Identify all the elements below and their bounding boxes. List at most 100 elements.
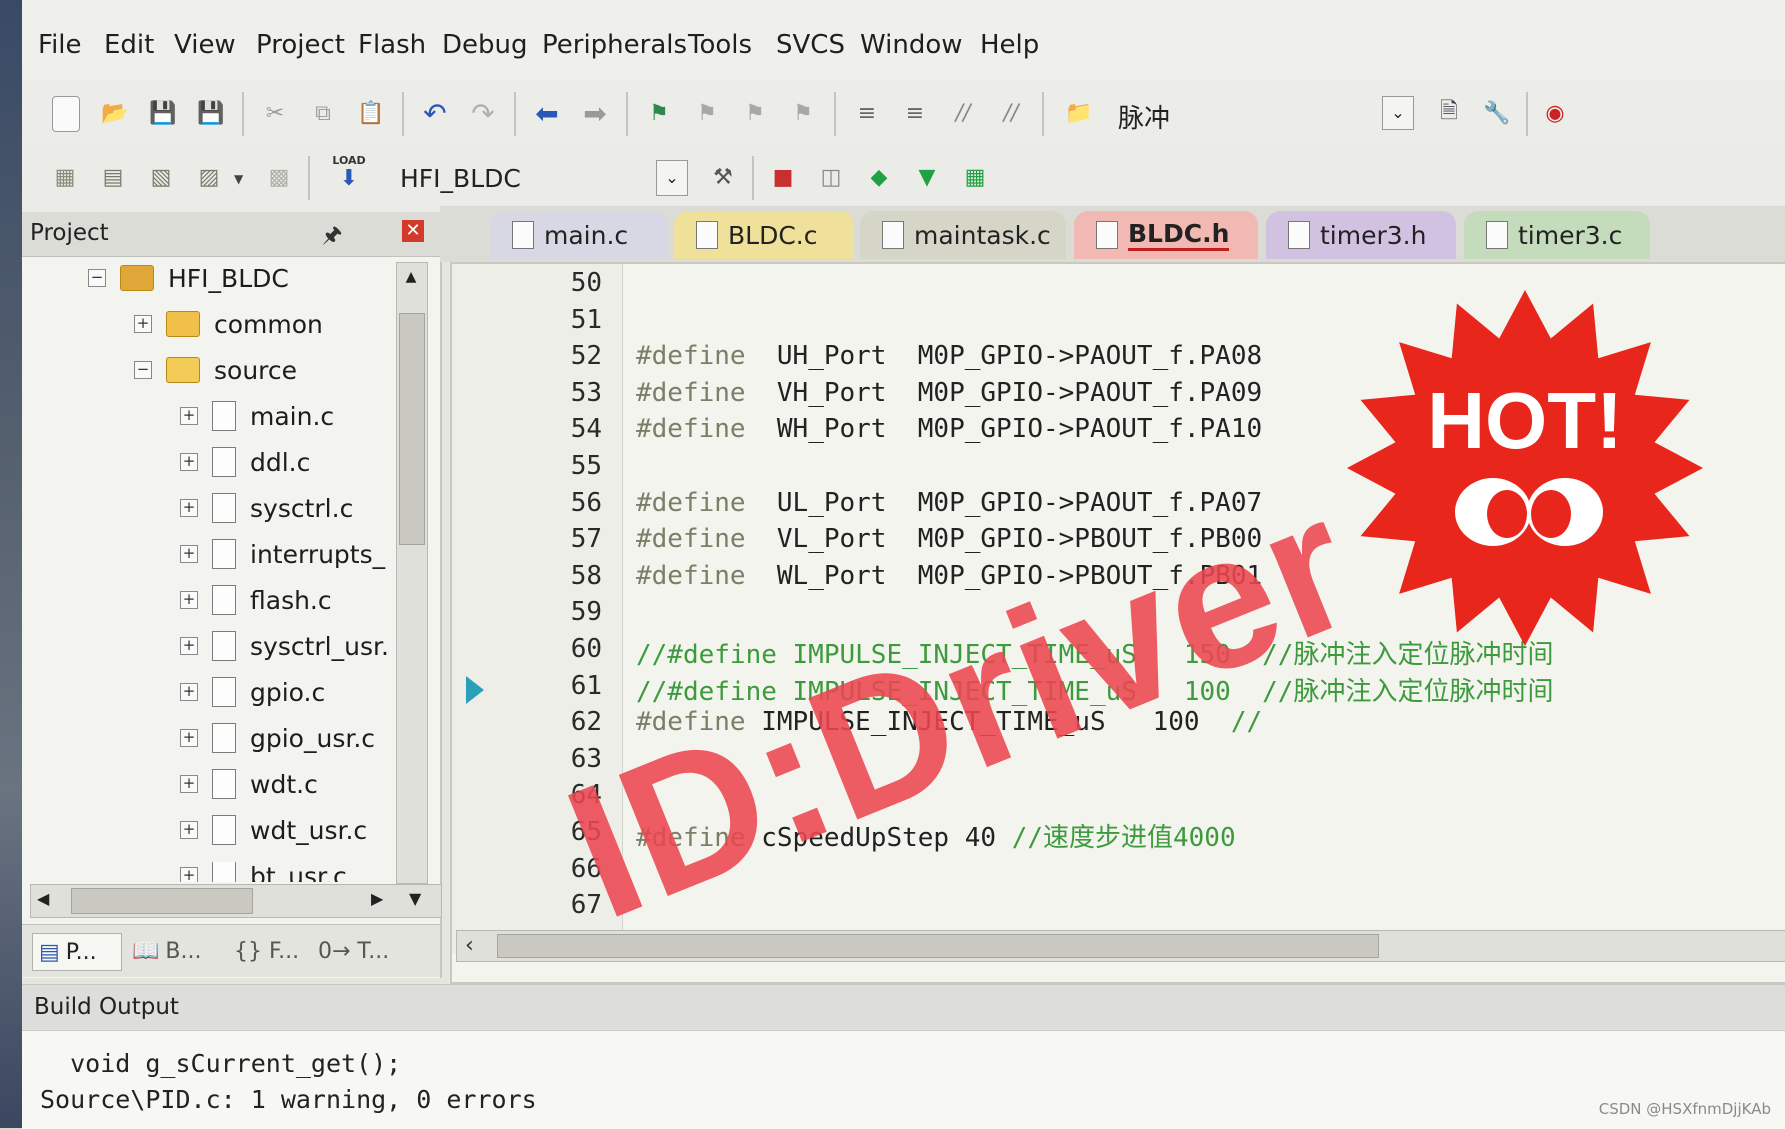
debug-session-icon[interactable]: ◉ — [1538, 96, 1572, 130]
expand-icon[interactable]: + — [180, 775, 198, 793]
tree-file[interactable]: + main.c — [180, 396, 334, 436]
tree-file[interactable]: + sysctrl_usr. — [180, 626, 389, 666]
uncomment-icon[interactable]: // — [994, 96, 1028, 130]
scroll-right-icon[interactable]: ▶ — [371, 889, 383, 908]
menu-debug[interactable]: Debug — [442, 30, 528, 60]
scroll-left-icon[interactable]: ‹ — [465, 933, 474, 958]
manage-packs-icon[interactable]: ◆ — [862, 160, 896, 194]
menu-flash[interactable]: Flash — [358, 30, 426, 60]
collapse-icon[interactable]: − — [88, 269, 106, 287]
tree-file-clipped[interactable]: + bt_usr.c — [180, 862, 420, 882]
copy-icon[interactable]: ⧉ — [306, 96, 340, 130]
expand-icon[interactable]: + — [180, 499, 198, 517]
indent-icon[interactable]: ≡ — [850, 96, 884, 130]
tree-folder-source[interactable]: − source — [134, 350, 297, 390]
menu-peripherals[interactable]: Peripherals — [542, 30, 687, 60]
tab-timer3-h[interactable]: timer3.h — [1266, 211, 1456, 259]
comment-icon[interactable]: // — [946, 96, 980, 130]
rebuild-icon[interactable]: ▧ — [144, 160, 178, 194]
navigate-forward-icon[interactable]: ➡ — [578, 96, 612, 130]
search-document-icon[interactable]: 🗎 — [1432, 96, 1466, 130]
tree-folder-common[interactable]: + common — [134, 304, 323, 344]
find-text[interactable]: 脉冲 — [1118, 98, 1170, 135]
target-options-icon[interactable]: ⚒ — [706, 160, 740, 194]
tab-project[interactable]: ▤ P... — [32, 933, 122, 971]
load-download-icon[interactable]: LOAD ⬇ — [322, 154, 376, 202]
expand-icon[interactable]: + — [180, 545, 198, 563]
unindent-icon[interactable]: ≡ — [898, 96, 932, 130]
pin-icon[interactable]: 🖈 — [322, 218, 342, 256]
batch-build-chevron-down-icon[interactable]: ▼ — [234, 172, 243, 186]
scroll-up-icon[interactable]: ▲ — [399, 265, 423, 289]
find-dropdown-chevron-down-icon[interactable]: ⌄ — [1382, 96, 1414, 130]
expand-icon[interactable]: + — [180, 453, 198, 471]
translate-icon[interactable]: ▦ — [48, 160, 82, 194]
tree-horizontal-scrollbar[interactable]: ◀ ▶ ▼ — [30, 884, 442, 918]
scroll-left-icon[interactable]: ◀ — [37, 889, 49, 908]
tab-functions[interactable]: {} F... — [234, 933, 310, 969]
tree-vertical-scrollbar[interactable]: ▲ — [396, 262, 428, 884]
find-in-files-icon[interactable]: 📁 — [1062, 96, 1096, 130]
expand-icon[interactable]: + — [180, 591, 198, 609]
target-select-value[interactable]: HFI_BLDC — [400, 164, 521, 193]
tab-maintask-c[interactable]: maintask.c — [860, 211, 1066, 259]
select-packs-icon[interactable]: ▼ — [910, 160, 944, 194]
expand-icon[interactable]: + — [180, 729, 198, 747]
tree-file[interactable]: + wdt.c — [180, 764, 318, 804]
tree-file[interactable]: + sysctrl.c — [180, 488, 353, 528]
tree-file[interactable]: + interrupts_ — [180, 534, 385, 574]
menu-project[interactable]: Project — [256, 30, 345, 60]
undo-icon[interactable]: ↶ — [418, 96, 452, 130]
manage-project-items-icon[interactable]: ■ — [766, 160, 800, 194]
close-icon[interactable]: ✕ — [402, 220, 424, 242]
menu-file[interactable]: File — [38, 30, 82, 60]
build-icon[interactable]: ▤ — [96, 160, 130, 194]
scroll-thumb[interactable] — [71, 888, 253, 914]
bookmark-icon[interactable]: ⚑ — [642, 96, 676, 130]
tree-file[interactable]: + wdt_usr.c — [180, 810, 367, 850]
target-dropdown-chevron-down-icon[interactable]: ⌄ — [656, 160, 688, 196]
tab-main-c[interactable]: main.c — [490, 211, 668, 259]
navigate-back-icon[interactable]: ⬅ — [530, 96, 564, 130]
tab-templates[interactable]: 0→ T... — [318, 933, 418, 969]
stop-build-icon[interactable]: ▩ — [262, 160, 296, 194]
expand-icon[interactable]: + — [180, 821, 198, 839]
clear-bookmarks-icon[interactable]: ⚑ — [786, 96, 820, 130]
prev-bookmark-icon[interactable]: ⚑ — [690, 96, 724, 130]
save-icon[interactable]: 💾 — [146, 96, 180, 130]
expand-icon[interactable]: + — [134, 315, 152, 333]
open-folder-icon[interactable]: 📂 — [98, 96, 132, 130]
collapse-icon[interactable]: − — [134, 361, 152, 379]
build-output-panel[interactable]: void g_sCurrent_get(); Source\PID.c: 1 w… — [22, 1030, 1785, 1129]
tree-root[interactable]: − HFI_BLDC — [88, 258, 289, 298]
menu-svcs[interactable]: SVCS — [776, 30, 845, 60]
redo-icon[interactable]: ↷ — [466, 96, 500, 130]
expand-icon[interactable]: + — [180, 637, 198, 655]
tools-icon[interactable]: 🔧 — [1480, 96, 1514, 130]
menu-window[interactable]: Window — [860, 30, 963, 60]
multi-project-icon[interactable]: ◫ — [814, 160, 848, 194]
menu-view[interactable]: View — [174, 30, 236, 60]
expand-icon[interactable]: + — [180, 407, 198, 425]
run-time-environment-icon[interactable]: ▦ — [958, 160, 992, 194]
scroll-thumb[interactable] — [399, 313, 425, 545]
tab-timer3-c[interactable]: timer3.c — [1464, 211, 1650, 259]
tab-bldc-c[interactable]: BLDC.c — [674, 211, 854, 259]
cut-icon[interactable]: ✂ — [258, 96, 292, 130]
paste-icon[interactable]: 📋 — [354, 96, 388, 130]
tree-file[interactable]: + gpio.c — [180, 672, 325, 712]
tree-file[interactable]: + gpio_usr.c — [180, 718, 375, 758]
save-all-icon[interactable]: 💾 — [194, 96, 228, 130]
tab-books[interactable]: 📖 B... — [132, 933, 218, 969]
tree-file[interactable]: + ddl.c — [180, 442, 310, 482]
batch-build-icon[interactable]: ▨ — [192, 160, 226, 194]
expand-icon[interactable]: + — [180, 867, 198, 882]
expand-icon[interactable]: + — [180, 683, 198, 701]
menu-help[interactable]: Help — [980, 30, 1039, 60]
next-bookmark-icon[interactable]: ⚑ — [738, 96, 772, 130]
tab-bldc-h[interactable]: BLDC.h — [1074, 211, 1258, 259]
menu-tools[interactable]: Tools — [688, 30, 752, 60]
tree-file[interactable]: + flash.c — [180, 580, 332, 620]
menu-edit[interactable]: Edit — [104, 30, 154, 60]
scroll-down-icon[interactable]: ▼ — [409, 889, 421, 908]
